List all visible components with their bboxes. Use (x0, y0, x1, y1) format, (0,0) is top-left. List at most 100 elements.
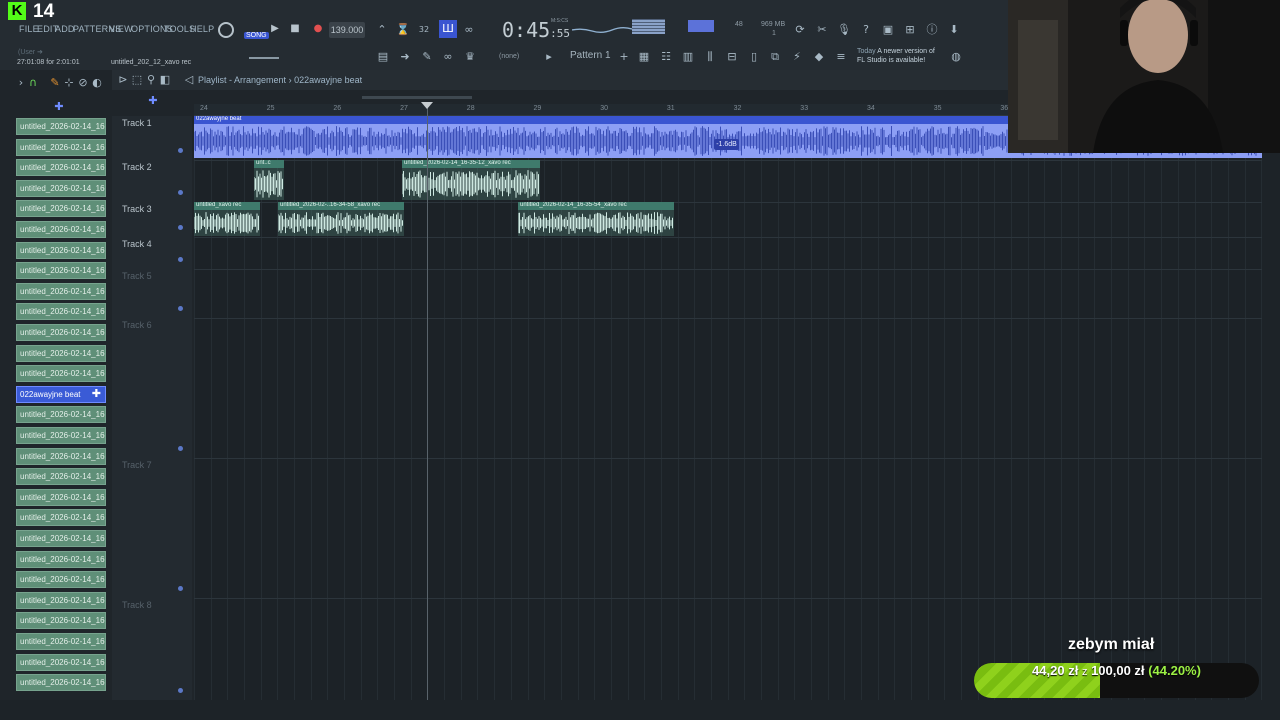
track-name[interactable]: Track 3 (122, 204, 152, 214)
tag-icon[interactable]: ◆ (812, 50, 826, 64)
stop-icon[interactable]: ■ (288, 22, 302, 36)
piano-roll-icon[interactable]: ▥ (681, 50, 695, 64)
add-pattern-icon[interactable]: ✚ (92, 387, 101, 402)
arrow-right-icon[interactable]: ➜ (398, 50, 412, 64)
brush-tool-icon[interactable]: ⊹ (62, 76, 76, 90)
pencil-icon[interactable]: ✎ (420, 50, 434, 64)
browser-item[interactable]: untitled_2026-02-14_16- (16, 262, 106, 280)
add-pattern-icon[interactable]: + (617, 50, 631, 64)
track-enable-led[interactable] (178, 446, 183, 451)
browser-item[interactable]: untitled_2026-02-14_16- (16, 571, 106, 589)
mute-tool-icon[interactable]: ◐ (90, 76, 104, 90)
track-name[interactable]: Track 8 (122, 600, 152, 610)
browser-item[interactable]: untitled_2026-02-14_16- (16, 447, 106, 465)
browser-item[interactable]: untitled_2026-02-14_16- (16, 653, 106, 671)
info-icon[interactable]: ⓘ (925, 23, 939, 37)
audio-clip[interactable]: untitled_2026-02-..16-34-58_xavo rec (278, 202, 404, 236)
browser-item[interactable]: untitled_2026-02-14_16- (16, 488, 106, 506)
menu-view[interactable]: VIEW (109, 24, 133, 34)
track-enable-led[interactable] (178, 225, 183, 230)
menu-icon[interactable]: ≡ (834, 50, 848, 64)
file-icon[interactable]: ▯ (747, 50, 761, 64)
browser-item[interactable]: untitled_2026-02-14_16- (16, 138, 106, 156)
slice-tool-icon[interactable]: ⊳ (116, 73, 130, 87)
browser-item[interactable]: untitled_2026-02-14_16- (16, 344, 106, 362)
browser-item[interactable]: untitled_2026-02-14_16- (16, 674, 106, 692)
track-name[interactable]: Track 4 (122, 239, 152, 249)
mixer-icon[interactable]: ⫼ (703, 50, 717, 64)
browser-item[interactable]: untitled_2026-02-14_16- (16, 241, 106, 259)
playlist-icon[interactable]: ▦ (637, 50, 651, 64)
playlist-add-icon[interactable]: ✚ (146, 94, 160, 108)
piano-icon[interactable]: ▤ (376, 50, 390, 64)
download-icon[interactable]: ⬇ (947, 23, 961, 37)
track-name[interactable]: Track 6 (122, 320, 152, 330)
track-enable-led[interactable] (178, 257, 183, 262)
metronome-icon[interactable]: ⌃ (375, 23, 389, 37)
tempo-display[interactable]: 139.000 (329, 22, 365, 38)
pattern-prev-icon[interactable]: ▸ (542, 50, 556, 64)
save-icon[interactable]: ▣ (881, 23, 895, 37)
browser-add-icon[interactable]: ✚ (52, 100, 66, 114)
audio-clip[interactable]: unt..c (254, 160, 284, 200)
plugin-icon[interactable]: ⊞ (903, 23, 917, 37)
select-tool-icon[interactable]: ⬚ (130, 73, 144, 87)
browser-item[interactable]: untitled_2026-02-14_16- (16, 530, 106, 547)
browser-item[interactable]: untitled_2026-02-14_16- (16, 179, 106, 197)
countdown-icon[interactable]: 32 (417, 23, 431, 37)
menu-add[interactable]: ADD (55, 24, 75, 34)
browser-item[interactable]: untitled_2026-02-14_16- (16, 550, 106, 568)
browser-item[interactable]: untitled_2026-02-14_16- (16, 159, 106, 177)
track-name[interactable]: Track 1 (122, 118, 152, 128)
playback-tool-icon[interactable]: ◧ (158, 73, 172, 87)
globe-icon[interactable]: ◍ (949, 50, 963, 64)
draw-tool-icon[interactable]: ✎ (48, 76, 62, 90)
snap-value[interactable]: (none) (499, 53, 519, 60)
wait-icon[interactable]: ⌛ (396, 23, 410, 37)
browser-item[interactable]: untitled_2026-02-14_16- (16, 303, 106, 321)
browser-item[interactable]: untitled_2026-02-14_16- (16, 591, 106, 609)
browser-item[interactable]: untitled_2026-02-14_16- (16, 406, 106, 424)
browser-item[interactable]: untitled_2026-02-14_16- (16, 633, 106, 650)
horizontal-scrollbar[interactable] (362, 96, 472, 99)
menu-help[interactable]: HELP (190, 24, 214, 34)
browser-item-selected[interactable]: 022awayjne beat ✚ (16, 385, 106, 403)
record-icon[interactable]: ● (311, 22, 325, 36)
playlist-menu-icon[interactable]: ◁ (182, 73, 196, 87)
browser-item[interactable]: untitled_2026-02-14_16- (16, 468, 106, 486)
track-enable-led[interactable] (178, 306, 183, 311)
track-enable-led[interactable] (178, 688, 183, 693)
link-icon[interactable]: ∞ (441, 50, 455, 64)
browser-item[interactable]: untitled_2026-02-14_16- (16, 118, 106, 135)
browser-item[interactable]: untitled_2026-02-14_16- (16, 427, 106, 444)
browser-item[interactable]: untitled_2026-02-14_16- (16, 365, 106, 383)
browser-item[interactable]: untitled_2026-02-14_16- (16, 612, 106, 630)
help-icon[interactable]: ? (859, 23, 873, 37)
track-enable-led[interactable] (178, 148, 183, 153)
stamp-icon[interactable]: ♛ (463, 50, 477, 64)
track-enable-led[interactable] (178, 586, 183, 591)
track-name[interactable]: Track 2 (122, 162, 152, 172)
refresh-icon[interactable]: ⟳ (793, 23, 807, 37)
browser-item[interactable]: untitled_2026-02-14_16- (16, 200, 106, 218)
browser-item[interactable]: untitled_2026-02-14_16- (16, 282, 106, 300)
scissors-icon[interactable]: ✂ (815, 23, 829, 37)
track-name[interactable]: Track 5 (122, 271, 152, 281)
pat-song-toggle[interactable] (218, 22, 234, 38)
microphone-icon[interactable]: 🎙 (837, 23, 851, 37)
browser-item[interactable]: untitled_2026-02-14_16- (16, 509, 106, 527)
browser-item[interactable]: untitled_2026-02-14_16- (16, 324, 106, 341)
plugin-db-icon[interactable]: ⧉ (768, 50, 782, 64)
delete-tool-icon[interactable]: ⊘ (76, 76, 90, 90)
edison-icon[interactable]: ⚡ (790, 50, 804, 64)
audio-clip[interactable]: untitled_2026-02-14_16-35-54_xavo rec (518, 202, 674, 236)
step-edit-icon[interactable]: Ш (439, 20, 457, 38)
song-mode-label[interactable]: SONG (244, 32, 269, 39)
loop-record-icon[interactable]: ∞ (462, 23, 476, 37)
menu-file[interactable]: FILE (19, 24, 39, 34)
audio-clip[interactable]: untitled_2026-02-14_16-35-12_xavo rec (402, 160, 540, 200)
arrangement-grid[interactable]: 022awayjne beat unt..c untitled_2026-02-14… (194, 116, 1262, 700)
zoom-tool-icon[interactable]: ⚲ (144, 73, 158, 87)
playhead-marker[interactable] (421, 102, 433, 109)
browser-icon[interactable]: ⊟ (725, 50, 739, 64)
